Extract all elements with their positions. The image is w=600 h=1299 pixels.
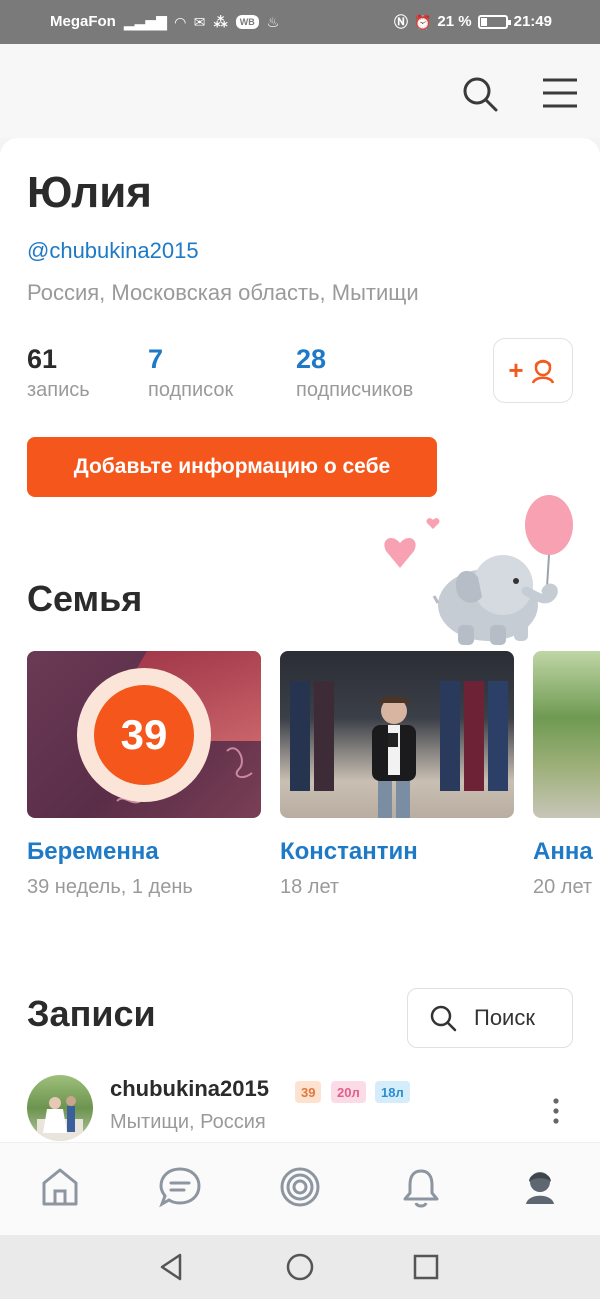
family-member-name[interactable]: Беременна	[27, 838, 261, 866]
bell-icon	[403, 1169, 439, 1208]
chat-icon	[159, 1167, 201, 1208]
stat-followers[interactable]: 28 подписчиков	[296, 343, 413, 402]
home-circle-icon	[286, 1253, 314, 1281]
posts-search-label: Поиск	[474, 1005, 535, 1030]
status-badge: 18л	[375, 1081, 410, 1103]
posts-section-title: Записи	[27, 993, 156, 1034]
family-member-sub: 39 недель, 1 день	[27, 876, 193, 898]
person-figure	[372, 696, 416, 818]
family-member-card[interactable]: Анна 20 лет	[533, 651, 600, 899]
family-member-name[interactable]: Константин	[280, 838, 514, 866]
family-section-title: Семья	[27, 578, 143, 619]
family-member-photo	[533, 651, 600, 818]
bottom-navigation	[0, 1142, 600, 1235]
profile-name: Юлия	[27, 168, 152, 217]
app-icon: ♨	[266, 13, 280, 30]
balloon-icon	[525, 495, 573, 555]
family-member-photo	[280, 651, 514, 818]
status-badge: 20л	[331, 1081, 366, 1103]
family-member-sub: 18 лет	[280, 876, 340, 898]
pregnancy-week-badge: 39	[94, 685, 194, 785]
posts-search-button[interactable]: Поиск	[407, 988, 573, 1048]
system-back-button[interactable]	[156, 1251, 188, 1283]
stat-posts-value: 61	[27, 344, 58, 374]
avatar[interactable]	[27, 1075, 93, 1141]
nfc-status-icon: Ⓝ	[393, 13, 408, 30]
family-member-card[interactable]: Константин 18 лет	[280, 651, 514, 899]
stat-followers-value: 28	[296, 344, 327, 374]
profile-card: Юлия @chubukina2015 Россия, Московская о…	[0, 138, 600, 1142]
system-recents-button[interactable]	[410, 1251, 442, 1283]
top-bar	[0, 44, 600, 138]
plus-sign: +	[508, 355, 524, 385]
menu-button[interactable]	[538, 72, 582, 116]
signal-icon: ▂▃▅▇	[123, 13, 167, 30]
stat-following-value: 7	[148, 344, 164, 374]
family-member-card[interactable]: 39 Беременна 39 недель, 1 день	[27, 651, 261, 899]
status-bar: MegaFon ▂▃▅▇ ◠ ✉ ⁂ WB ♨ Ⓝ ⏰ 21 % 21:49	[0, 0, 600, 44]
back-triangle-icon	[160, 1253, 182, 1281]
nav-home[interactable]	[38, 1165, 82, 1209]
alarm-icon: ⏰	[413, 13, 432, 30]
heart-icon	[384, 537, 416, 568]
nav-messages[interactable]	[158, 1165, 202, 1209]
profile-handle[interactable]: @chubukina2015	[27, 238, 199, 264]
add-friend-button[interactable]: +	[493, 338, 573, 403]
system-home-button[interactable]	[284, 1251, 316, 1283]
stat-following-label: подписок	[148, 379, 234, 401]
stat-posts[interactable]: 61 запись	[27, 343, 90, 402]
pregnancy-photo: 39	[27, 651, 261, 818]
post-more-button[interactable]	[545, 1096, 567, 1128]
carrier-name: MegaFon	[50, 13, 116, 30]
stat-following[interactable]: 7 подписок	[148, 343, 233, 402]
post-location: Мытищи, Россия	[110, 1111, 266, 1133]
system-navigation-bar	[0, 1235, 600, 1299]
mail-icon: ✉	[193, 13, 206, 30]
nav-profile[interactable]	[518, 1165, 562, 1209]
status-badge: 39	[295, 1081, 322, 1103]
nav-notifications[interactable]	[399, 1165, 443, 1209]
hamburger-icon	[543, 78, 577, 108]
family-member-sub: 20 лет	[533, 876, 593, 898]
stat-followers-label: подписчиков	[296, 379, 414, 401]
nav-feed[interactable]	[278, 1165, 322, 1209]
search-icon	[430, 1005, 457, 1032]
recents-square-icon	[413, 1254, 439, 1280]
profile-location: Россия, Московская область, Мытищи	[27, 280, 419, 305]
search-icon	[463, 77, 498, 112]
wifi-icon: ◠	[174, 13, 186, 30]
avatar-image	[37, 1096, 83, 1141]
post-username[interactable]: chubukina2015	[110, 1076, 269, 1102]
home-icon	[42, 1168, 78, 1206]
more-vertical-icon	[553, 1098, 559, 1124]
user-add-icon	[531, 359, 554, 384]
nfc-icon: ⁂	[213, 13, 228, 30]
battery-percent: 21 %	[437, 13, 472, 30]
stat-posts-label: запись	[27, 379, 90, 401]
elephant-balloon-illustration	[384, 495, 573, 645]
target-icon	[280, 1167, 320, 1207]
add-info-button[interactable]: Добавьте информацию о себе	[27, 437, 437, 497]
heart-small-icon	[426, 518, 440, 529]
search-button[interactable]	[458, 72, 502, 116]
clock: 21:49	[513, 13, 552, 30]
app-badge: WB	[235, 14, 259, 29]
family-member-name[interactable]: Анна	[533, 838, 600, 866]
profile-icon	[526, 1172, 554, 1204]
battery-icon	[477, 14, 511, 29]
